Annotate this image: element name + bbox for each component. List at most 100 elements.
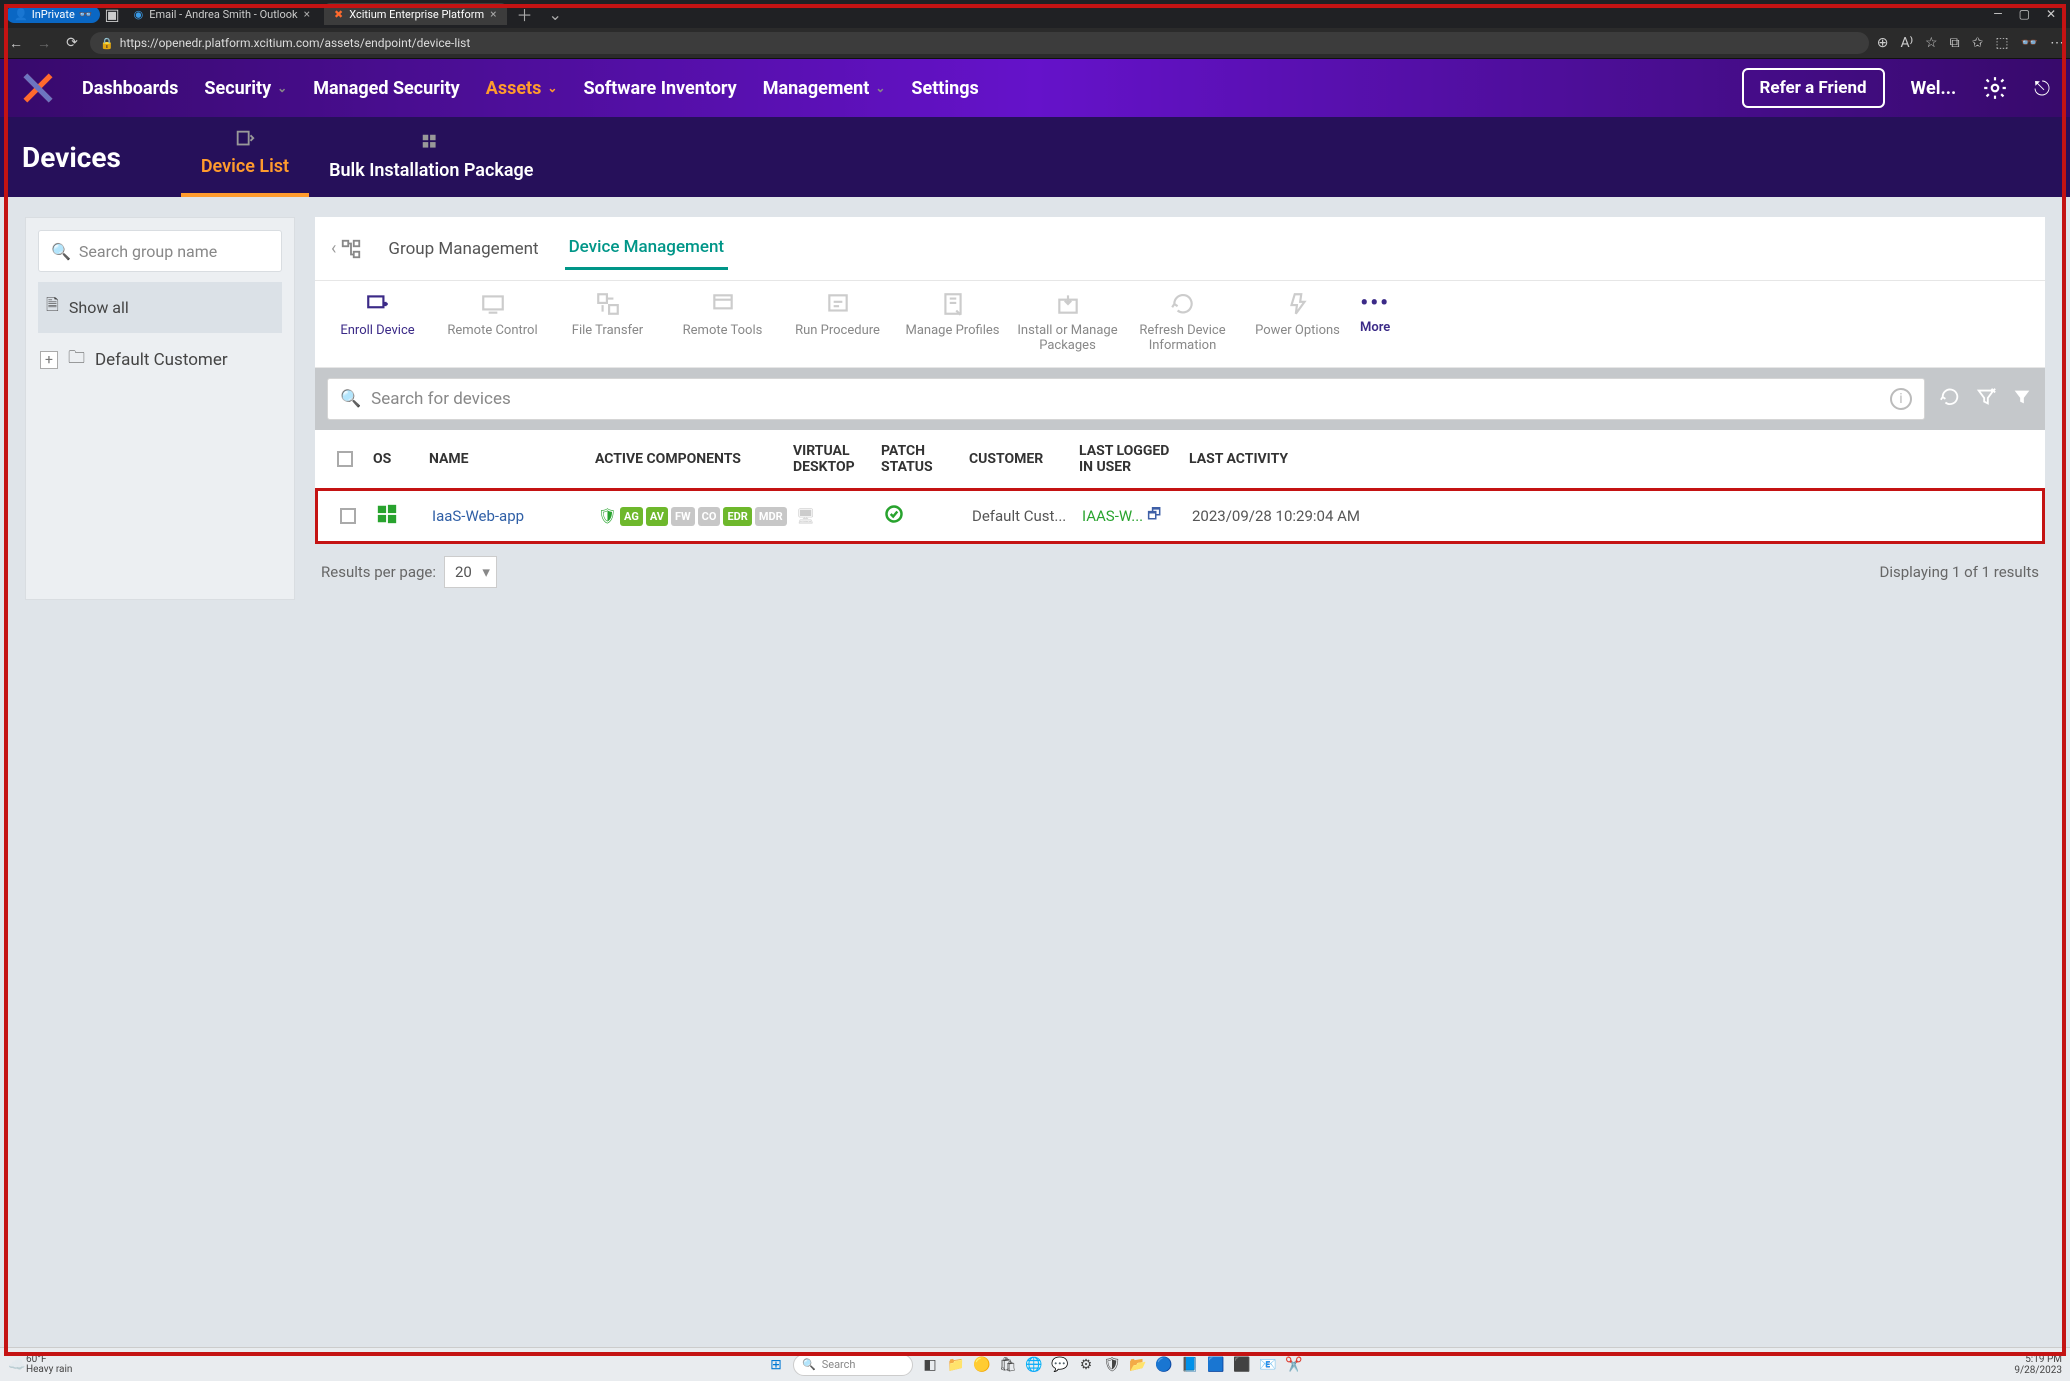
subtab-device-list[interactable]: Device List xyxy=(181,110,309,197)
tool-remote-control[interactable]: Remote Control xyxy=(440,291,545,338)
group-search-input[interactable]: 🔍 Search group name xyxy=(38,230,282,272)
select-all-checkbox[interactable] xyxy=(337,451,353,467)
forward-button[interactable]: → xyxy=(34,35,54,52)
task-view-icon[interactable]: ◧ xyxy=(921,1356,939,1374)
nav-dashboards[interactable]: Dashboards xyxy=(82,78,178,99)
xcitium-logo[interactable] xyxy=(20,70,56,106)
extensions-icon[interactable]: ⬚ xyxy=(1995,35,2008,51)
tool-file-transfer[interactable]: File Transfer xyxy=(555,291,660,338)
settings-icon[interactable]: ⚙ xyxy=(1077,1356,1095,1374)
outlook-favicon-icon: ◉ xyxy=(134,8,144,21)
url-input[interactable]: 🔒 https://openedr.platform.xcitium.com/a… xyxy=(90,32,1869,54)
copilot-icon[interactable]: 🟡 xyxy=(973,1356,991,1374)
show-all-button[interactable]: 🗎 Show all xyxy=(38,282,282,333)
virtual-desktop-icon: 🖥 xyxy=(790,503,878,529)
logout-icon[interactable]: ⎋ xyxy=(2034,76,2050,100)
th-name[interactable]: NAME xyxy=(423,447,589,471)
star-icon[interactable]: ☆ xyxy=(1925,35,1938,51)
app1-icon[interactable]: 🟦 xyxy=(1207,1356,1225,1374)
outlook-icon[interactable]: 📧 xyxy=(1259,1356,1277,1374)
remote-session-icon[interactable]: 🗗 xyxy=(1147,504,1161,529)
th-patch-status[interactable]: PATCH STATUS xyxy=(875,439,963,479)
collections-icon[interactable]: ⧉ xyxy=(1950,35,1960,51)
refresh-button[interactable]: ⟳ xyxy=(62,35,82,51)
favorites-icon[interactable]: ✩ xyxy=(1972,35,1984,51)
subtab-bulk-install[interactable]: Bulk Installation Package xyxy=(309,114,553,197)
tool-more[interactable]: ••• More xyxy=(1360,291,1390,335)
zoom-icon[interactable]: ⊕ xyxy=(1877,35,1889,51)
filter-button[interactable] xyxy=(2011,386,2033,412)
weather-icon[interactable]: ☁️ xyxy=(8,1356,26,1374)
group-search-placeholder: Search group name xyxy=(79,242,217,261)
workspaces-icon[interactable]: ▣ xyxy=(104,5,119,24)
nav-label: Managed Security xyxy=(313,78,460,99)
per-page-select[interactable]: 20 xyxy=(444,556,497,588)
clear-filter-button[interactable] xyxy=(1975,386,1997,412)
teams-icon[interactable]: 💬 xyxy=(1051,1356,1069,1374)
terminal-icon[interactable]: ⬛ xyxy=(1233,1356,1251,1374)
tab-overflow-icon[interactable]: ⌄ xyxy=(543,5,568,24)
gear-icon[interactable] xyxy=(1982,75,2008,101)
word-icon[interactable]: 📘 xyxy=(1181,1356,1199,1374)
read-aloud-icon[interactable]: A⁾ xyxy=(1901,35,1914,51)
edge-icon[interactable]: 🌐 xyxy=(1025,1356,1043,1374)
tool-power-options[interactable]: Power Options xyxy=(1245,291,1350,338)
th-last-user[interactable]: LAST LOGGED IN USER xyxy=(1073,439,1183,479)
th-active-components[interactable]: ACTIVE COMPONENTS xyxy=(589,447,787,471)
refer-a-friend-button[interactable]: Refer a Friend xyxy=(1742,68,1885,108)
tool-label: Refresh Device Information xyxy=(1130,323,1235,353)
tool-run-procedure[interactable]: Run Procedure xyxy=(785,291,890,338)
close-window-button[interactable]: ✕ xyxy=(2046,7,2056,21)
th-os[interactable]: OS xyxy=(367,447,423,471)
explorer-icon[interactable]: 📁 xyxy=(947,1356,965,1374)
menu-icon[interactable]: ⋯ xyxy=(2050,35,2064,51)
close-tab-icon[interactable]: × xyxy=(304,7,310,21)
tool-refresh-device[interactable]: Refresh Device Information xyxy=(1130,291,1235,353)
th-last-activity[interactable]: LAST ACTIVITY xyxy=(1183,447,2029,471)
nav-managed-security[interactable]: Managed Security xyxy=(313,78,460,99)
device-name-link[interactable]: IaaS-Web-app xyxy=(432,507,524,525)
minimize-button[interactable]: — xyxy=(1993,7,2002,21)
nav-security[interactable]: Security⌄ xyxy=(204,78,287,99)
nav-settings[interactable]: Settings xyxy=(911,78,978,99)
tab-device-management[interactable]: Device Management xyxy=(565,227,729,270)
tree-node-default-customer[interactable]: + 🗀 Default Customer xyxy=(38,333,282,386)
tool-install-packages[interactable]: Install or Manage Packages xyxy=(1015,291,1120,353)
browser-tab-outlook[interactable]: ◉ Email - Andrea Smith - Outlook × xyxy=(124,3,320,25)
weather-widget[interactable]: 60°F Heavy rain xyxy=(26,1355,72,1375)
expand-icon[interactable]: + xyxy=(40,351,58,369)
th-virtual-desktop[interactable]: VIRTUAL DESKTOP xyxy=(787,439,875,479)
table-row[interactable]: IaaS-Web-app 🛡 AG AV FW CO EDR MDR 🖥 xyxy=(315,488,2045,544)
tool-enroll-device[interactable]: Enroll Device xyxy=(325,291,430,338)
defender-icon[interactable]: 🛡 xyxy=(1103,1356,1121,1374)
tool-remote-tools[interactable]: Remote Tools xyxy=(670,291,775,338)
chrome-icon[interactable]: 🔵 xyxy=(1155,1356,1173,1374)
nav-software-inventory[interactable]: Software Inventory xyxy=(583,78,736,99)
store-icon[interactable]: 🛍 xyxy=(999,1356,1017,1374)
snip-icon[interactable]: ✂️ xyxy=(1285,1356,1303,1374)
inprivate-badge[interactable]: 👤 InPrivate 👓 xyxy=(6,6,100,23)
last-user-link[interactable]: IAAS-W... xyxy=(1082,507,1143,525)
info-icon[interactable]: i xyxy=(1890,388,1912,410)
taskbar-search[interactable]: 🔍 Search xyxy=(793,1354,913,1376)
tab-group-management[interactable]: Group Management xyxy=(384,229,542,269)
th-customer[interactable]: CUSTOMER xyxy=(963,447,1073,471)
tool-manage-profiles[interactable]: Manage Profiles xyxy=(900,291,1005,338)
browser-tab-xcitium[interactable]: ✖ Xcitium Enterprise Platform × xyxy=(324,3,507,25)
back-button[interactable]: ← xyxy=(6,35,26,52)
row-checkbox[interactable] xyxy=(340,508,356,524)
refresh-list-button[interactable] xyxy=(1939,386,1961,412)
profile-icon[interactable]: 👓 xyxy=(2021,35,2038,51)
collapse-tree-button[interactable]: ‹ xyxy=(331,238,362,260)
maximize-button[interactable]: ▢ xyxy=(2019,7,2030,21)
device-search-input[interactable]: 🔍 Search for devices i xyxy=(327,378,1925,420)
start-button[interactable]: ⊞ xyxy=(767,1356,785,1374)
weather-cond: Heavy rain xyxy=(26,1365,72,1375)
folder2-icon[interactable]: 📂 xyxy=(1129,1356,1147,1374)
new-tab-button[interactable]: ＋ xyxy=(511,2,539,26)
nav-assets[interactable]: Assets⌄ xyxy=(486,78,558,99)
close-tab-icon[interactable]: × xyxy=(490,7,496,21)
taskbar-clock[interactable]: 5:19 PM 9/28/2023 xyxy=(2014,1354,2062,1376)
nav-management[interactable]: Management⌄ xyxy=(763,78,886,99)
sub-header: Devices Device List Bulk Installation Pa… xyxy=(0,117,2070,197)
